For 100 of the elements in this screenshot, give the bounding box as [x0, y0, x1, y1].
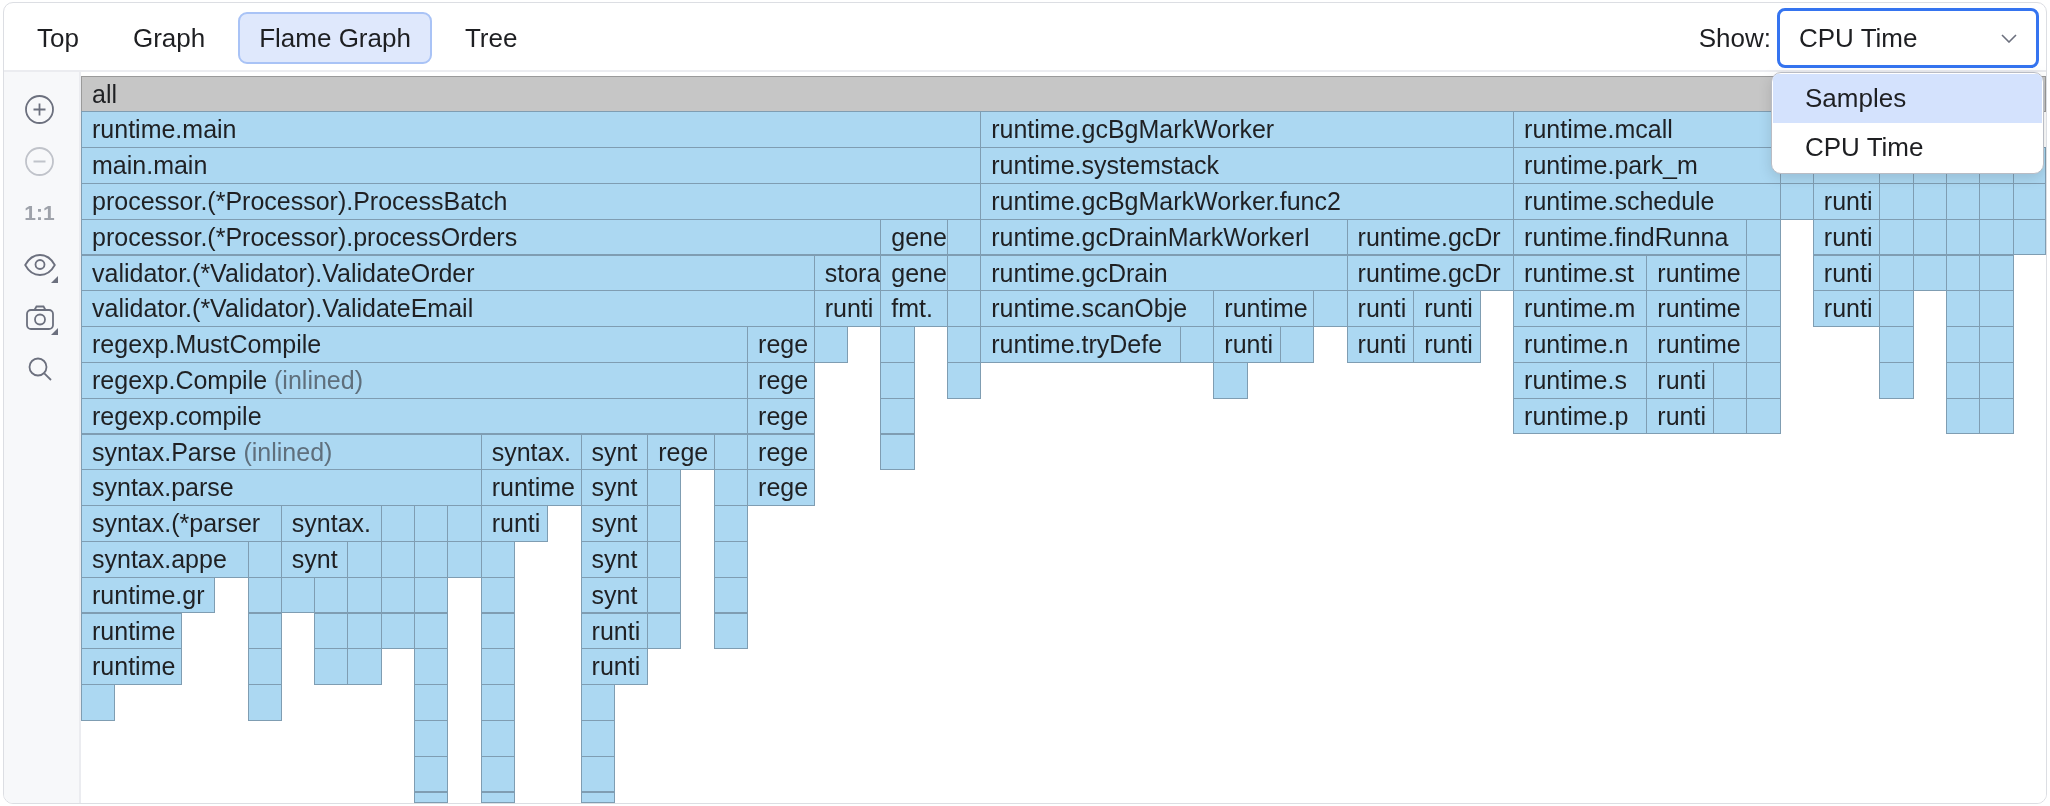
flame-graph-frame[interactable]: [647, 612, 682, 650]
flame-graph-frame[interactable]: [1279, 326, 1315, 363]
flame-graph-frame[interactable]: [647, 505, 682, 542]
flame-graph-frame[interactable]: [480, 684, 515, 721]
flame-graph-frame[interactable]: [880, 361, 915, 399]
flame-graph-frame[interactable]: runtime.main: [81, 111, 982, 149]
flame-graph-frame[interactable]: runtime.systemstack: [980, 147, 1515, 184]
flame-graph-frame[interactable]: runti: [580, 648, 649, 686]
flame-graph-frame[interactable]: [1979, 290, 2014, 328]
flame-graph-frame[interactable]: runti: [480, 505, 549, 542]
flame-graph-frame[interactable]: [314, 576, 349, 614]
flame-graph-frame[interactable]: [414, 576, 449, 614]
flame-graph-frame[interactable]: syntax.: [280, 505, 382, 542]
flame-graph-frame[interactable]: [480, 719, 515, 757]
flame-graph-frame[interactable]: rege: [747, 469, 815, 507]
flame-graph-frame[interactable]: runtime.park_m: [1513, 147, 1781, 184]
flame-graph-frame[interactable]: runti: [1812, 182, 1881, 220]
flame-graph-frame[interactable]: [647, 540, 682, 578]
flame-graph-frame[interactable]: [447, 540, 482, 578]
flame-graph-frame[interactable]: runti: [1346, 290, 1415, 328]
flame-graph-frame[interactable]: [1313, 290, 1348, 328]
tab[interactable]: Graph: [111, 12, 227, 64]
flame-graph-frame[interactable]: runtime.gcBgMarkWorker.func2: [980, 182, 1515, 220]
flame-graph-frame[interactable]: [414, 540, 449, 578]
flame-graph-frame[interactable]: [414, 755, 449, 793]
flame-graph-frame[interactable]: [1946, 218, 1981, 256]
flame-graph-frame[interactable]: runtime.n: [1513, 326, 1648, 363]
flame-graph-frame[interactable]: [247, 648, 282, 686]
flame-graph-frame[interactable]: runtime.m: [1513, 290, 1648, 328]
flame-graph-frame[interactable]: [480, 576, 515, 614]
flame-graph-frame[interactable]: runtime: [1213, 290, 1315, 328]
flame-graph-frame[interactable]: runti: [1413, 290, 1481, 328]
flame-graph-frame[interactable]: runtime.s: [1513, 361, 1648, 399]
flame-graph-frame[interactable]: [347, 540, 382, 578]
flame-graph-frame[interactable]: runtime.schedule: [1513, 182, 1781, 220]
flame-graph-frame[interactable]: [1746, 290, 1781, 328]
flame-graph-frame[interactable]: [713, 612, 749, 650]
flame-graph-frame[interactable]: runtime: [480, 469, 582, 507]
flame-graph-frame[interactable]: [1979, 218, 2014, 256]
flame-graph-frame[interactable]: runtime.gcDr: [1346, 218, 1515, 256]
flame-graph-frame[interactable]: processor.(*Processor).processOrders: [81, 218, 882, 256]
flame-graph-frame[interactable]: synt: [580, 576, 649, 614]
flame-graph-frame[interactable]: [1979, 397, 2014, 435]
flame-graph-frame[interactable]: runti: [1812, 218, 1881, 256]
flame-graph-frame[interactable]: [1946, 326, 1981, 363]
flame-graph-frame[interactable]: syntax.parse: [81, 469, 482, 507]
flame-graph-frame[interactable]: [580, 719, 615, 757]
flame-graph-frame[interactable]: [1879, 218, 1914, 256]
flame-graph-frame[interactable]: runti: [1346, 326, 1415, 363]
flame-graph-frame[interactable]: [647, 576, 682, 614]
tab[interactable]: Flame Graph: [238, 12, 432, 64]
flame-graph-frame[interactable]: processor.(*Processor).ProcessBatch: [81, 182, 982, 220]
flame-graph-frame[interactable]: [480, 612, 515, 650]
flame-graph-frame[interactable]: [1946, 290, 1981, 328]
flame-graph-frame[interactable]: synt: [580, 505, 649, 542]
flame-graph-frame[interactable]: [1879, 361, 1914, 399]
flame-graph-frame[interactable]: syntax.(*parser: [81, 505, 282, 542]
flame-graph-frame[interactable]: runti: [1812, 290, 1881, 328]
flame-graph-frame[interactable]: gene: [880, 218, 948, 256]
flame-graph-frame[interactable]: [713, 540, 749, 578]
flame-graph-frame[interactable]: [713, 576, 749, 614]
flame-graph-frame[interactable]: [414, 684, 449, 721]
flame-graph-frame[interactable]: rege: [747, 326, 815, 363]
flame-graph-frame[interactable]: runtime.scanObje: [980, 290, 1215, 328]
flame-graph-frame[interactable]: [347, 648, 382, 686]
flame-graph-frame[interactable]: runtime: [1646, 326, 1748, 363]
flame-graph-frame[interactable]: [1979, 182, 2014, 220]
flame-graph-frame[interactable]: [580, 755, 615, 793]
flame-graph-frame[interactable]: [480, 755, 515, 793]
flame-graph-frame[interactable]: runti: [813, 290, 882, 328]
flame-graph-frame[interactable]: [1946, 182, 1981, 220]
flame-graph-frame[interactable]: [414, 648, 449, 686]
flame-graph-frame[interactable]: runtime: [81, 648, 182, 686]
flame-graph-frame[interactable]: runtime.tryDefe: [980, 326, 1182, 363]
flame-graph-frame[interactable]: [1746, 218, 1781, 256]
flame-graph-frame[interactable]: validator.(*Validator).ValidateEmail: [81, 290, 815, 328]
flame-graph-frame[interactable]: [247, 684, 282, 721]
flame-graph-frame[interactable]: [1946, 397, 1981, 435]
flame-graph-frame[interactable]: [1213, 361, 1248, 399]
flame-graph-frame[interactable]: regexp.compile: [81, 397, 749, 435]
flame-graph-frame[interactable]: [1879, 182, 1914, 220]
flame-graph-frame[interactable]: [1879, 290, 1914, 328]
flame-graph-frame[interactable]: [1180, 326, 1215, 363]
flame-graph-frame[interactable]: [247, 576, 282, 614]
flame-graph-frame[interactable]: syntax.appe: [81, 540, 249, 578]
flame-graph-frame[interactable]: runti: [1413, 326, 1481, 363]
flame-graph-frame[interactable]: [347, 576, 382, 614]
flame-graph-frame[interactable]: runtime.gr: [81, 576, 216, 614]
flame-graph-frame[interactable]: [580, 684, 615, 721]
flame-graph-frame[interactable]: rege: [747, 397, 815, 435]
flame-graph-frame[interactable]: [946, 326, 982, 363]
flame-graph-frame[interactable]: [880, 326, 915, 363]
tab[interactable]: Top: [16, 12, 100, 64]
flame-graph-frame[interactable]: [946, 361, 982, 399]
flame-graph-frame[interactable]: [447, 505, 482, 542]
flame-graph-frame[interactable]: [1746, 326, 1781, 363]
flame-graph-frame[interactable]: [414, 505, 449, 542]
show-dropdown[interactable]: CPU Time: [1777, 8, 2039, 68]
dropdown-option[interactable]: Samples: [1773, 74, 2042, 123]
flame-graph-frame[interactable]: rege: [747, 361, 815, 399]
